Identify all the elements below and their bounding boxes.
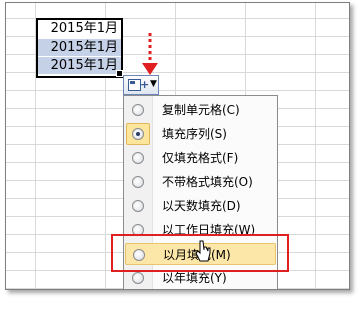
selected-range[interactable]: 2015年1月 2015年1月 2015年1月 bbox=[36, 18, 123, 78]
menu-item-fill-without-formatting[interactable]: 不带格式填充(O) bbox=[125, 171, 276, 193]
menu-item-label: 以天数填充(D) bbox=[162, 199, 241, 213]
menu-item-label: 仅填充格式(F) bbox=[162, 151, 239, 165]
chevron-down-icon: ▼ bbox=[150, 79, 157, 89]
spreadsheet-area: 2015年1月 2015年1月 2015年1月 + ▼ 复制单元格(C) 填充序… bbox=[5, 2, 350, 290]
menu-item-label: 不带格式填充(O) bbox=[162, 175, 253, 189]
red-dotted-arrow-icon bbox=[142, 33, 158, 75]
cell-a1[interactable]: 2015年1月 bbox=[38, 20, 121, 38]
radio-icon bbox=[132, 272, 144, 284]
menu-item-fill-days[interactable]: 以天数填充(D) bbox=[125, 195, 276, 217]
radio-icon bbox=[132, 176, 144, 188]
fill-handle[interactable] bbox=[116, 70, 123, 77]
plus-icon: + bbox=[140, 78, 150, 91]
radio-icon bbox=[132, 152, 144, 164]
radio-selected-icon bbox=[132, 128, 144, 140]
menu-item-fill-formatting-only[interactable]: 仅填充格式(F) bbox=[125, 147, 276, 169]
menu-item-label: 复制单元格(C) bbox=[162, 103, 240, 117]
menu-item-copy-cells[interactable]: 复制单元格(C) bbox=[125, 99, 276, 121]
auto-fill-options-button[interactable]: + ▼ bbox=[123, 75, 159, 95]
menu-item-fill-series[interactable]: 填充序列(S) bbox=[125, 123, 276, 145]
cell-a3[interactable]: 2015年1月 bbox=[38, 56, 121, 74]
radio-icon bbox=[132, 200, 144, 212]
mouse-pointer-icon bbox=[195, 240, 211, 262]
menu-item-label: 填充序列(S) bbox=[162, 127, 227, 141]
cell-a2[interactable]: 2015年1月 bbox=[38, 38, 121, 56]
menu-item-label: 以年填充(Y) bbox=[162, 271, 227, 285]
radio-icon bbox=[132, 104, 144, 116]
